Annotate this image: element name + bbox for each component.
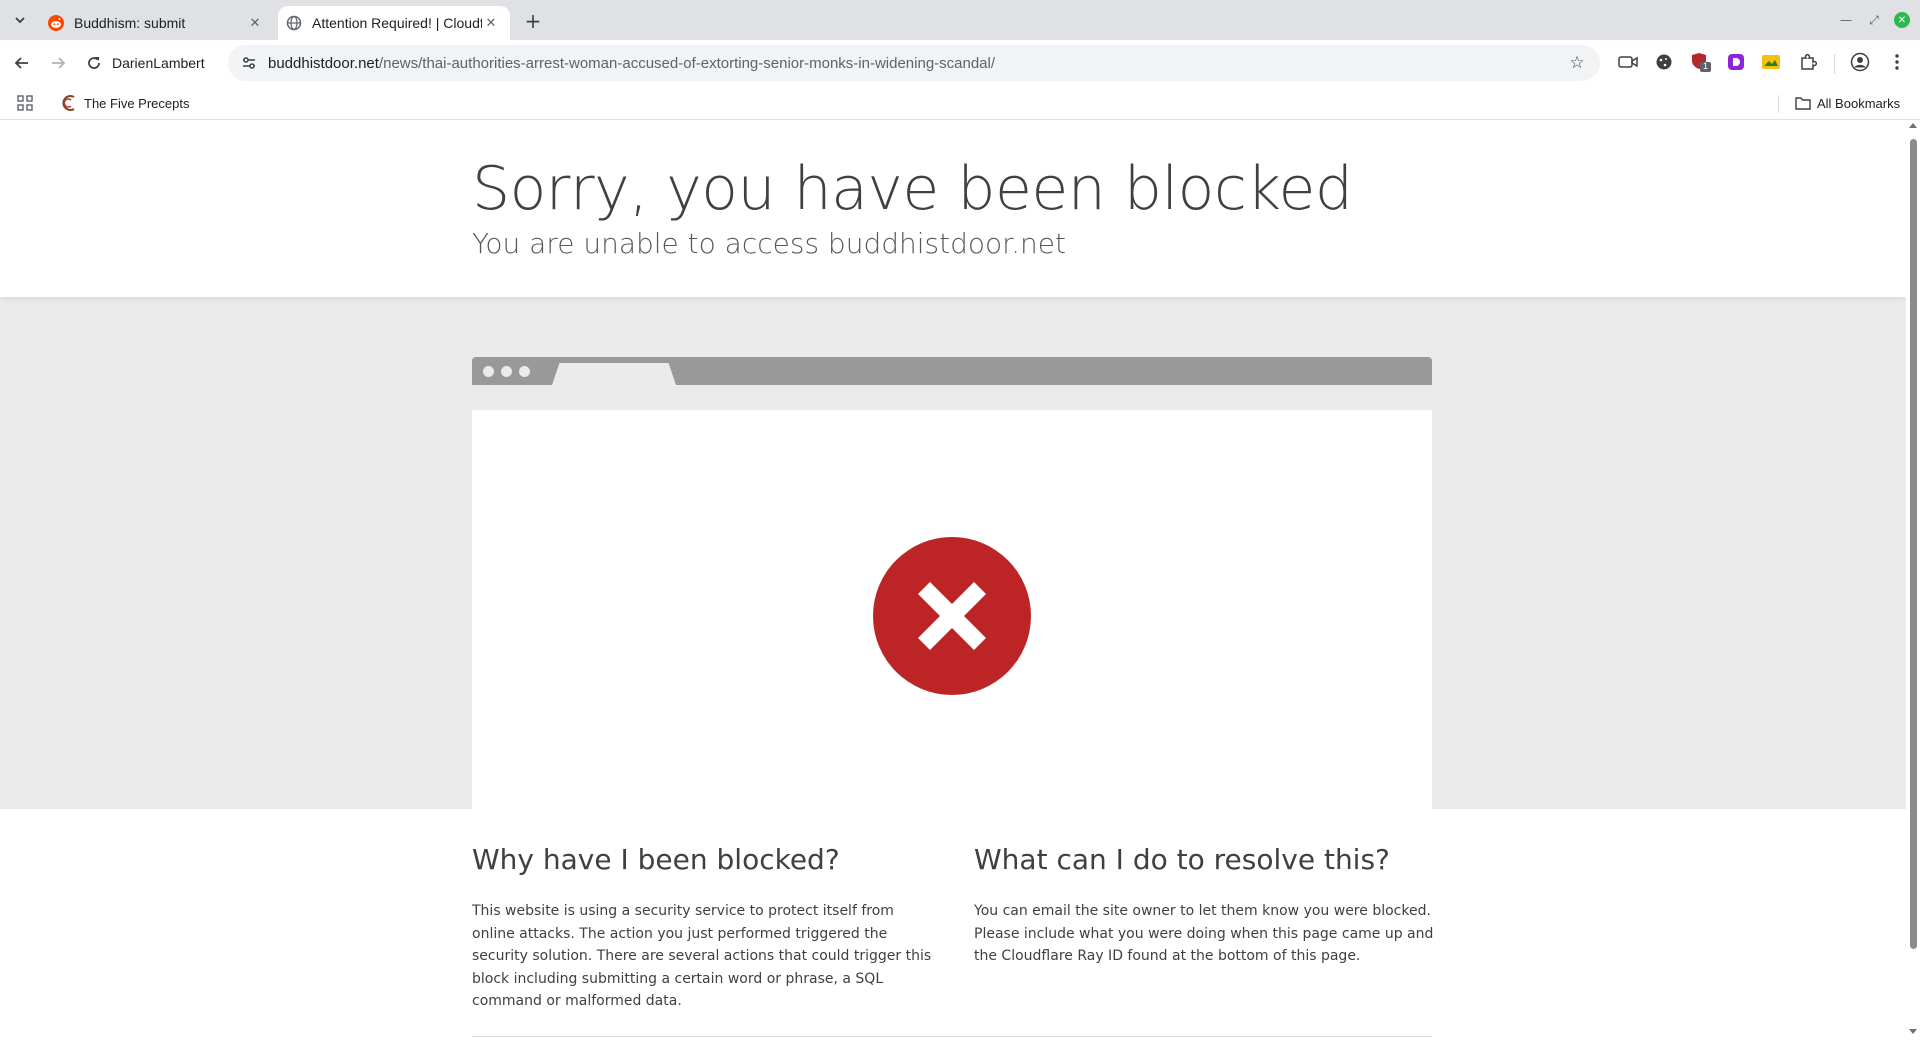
profile-name[interactable]: DarienLambert — [112, 50, 205, 76]
apps-grid-icon[interactable] — [16, 94, 34, 112]
page-title: Sorry, you have been blocked — [472, 154, 1353, 224]
tab-search-button[interactable] — [8, 8, 32, 32]
all-bookmarks-label: All Bookmarks — [1817, 95, 1901, 111]
tab-title: Attention Required! | Cloudflare — [312, 15, 482, 31]
back-button[interactable] — [8, 49, 36, 77]
browser-toolbar: DarienLambert buddhistdoor.net/news/thai… — [0, 40, 1920, 86]
reload-button[interactable] — [80, 49, 108, 77]
block-header: Sorry, you have been blocked You are una… — [0, 121, 1906, 297]
tab-close-icon[interactable]: ✕ — [246, 14, 264, 32]
shield-extension-icon[interactable]: 1 — [1690, 51, 1712, 73]
tab-title: Buddhism: submit — [74, 15, 186, 31]
scroll-down-arrow-icon[interactable] — [1909, 1029, 1917, 1034]
tune-icon — [243, 57, 255, 69]
tab-strip: Buddhism: submit ✕ Attention Required! |… — [0, 0, 1920, 40]
why-blocked-text: This website is using a security service… — [472, 903, 932, 1009]
explanation-section — [0, 809, 1906, 1040]
close-window-icon[interactable]: ✕ — [1894, 12, 1910, 28]
toolbar-divider — [1834, 54, 1835, 74]
url-host: buddhistdoor.net — [268, 54, 379, 72]
url-path: /news/thai-authorities-arrest-woman-accu… — [378, 54, 996, 72]
illustration-dot — [483, 366, 494, 377]
page-viewport: Sorry, you have been blocked You are una… — [0, 121, 1906, 1040]
bookmarks-bar: The Five Precepts All Bookmarks — [0, 86, 1920, 120]
section-divider — [472, 1036, 1432, 1037]
url-text[interactable]: buddhistdoor.net/news/thai-authorities-a… — [268, 55, 1564, 72]
page-scrollbar[interactable] — [1906, 121, 1920, 1040]
chevron-down-icon — [15, 17, 25, 24]
address-bar[interactable]: buddhistdoor.net/news/thai-authorities-a… — [228, 45, 1600, 81]
resolve-section: What can I do to resolve this? You can e… — [974, 843, 1434, 968]
scrollbar-thumb[interactable] — [1910, 139, 1917, 949]
illustration-dot — [519, 366, 530, 377]
resolve-heading: What can I do to resolve this? — [974, 843, 1390, 876]
site-info-button[interactable] — [236, 50, 262, 76]
purple-d-extension-icon[interactable] — [1725, 51, 1747, 73]
all-bookmarks-button[interactable]: All Bookmarks — [1795, 92, 1900, 114]
reddit-icon — [48, 15, 64, 31]
why-blocked-section: Why have I been blocked? This website is… — [472, 843, 932, 1013]
new-tab-button[interactable]: + — [520, 8, 546, 34]
tab-attention-required[interactable]: Attention Required! | Cloudflare ✕ — [278, 6, 510, 40]
blocked-x-icon — [873, 537, 1031, 695]
illustration-dot — [501, 366, 512, 377]
why-blocked-heading: Why have I been blocked? — [472, 843, 840, 876]
resolve-text: You can email the site owner to let them… — [974, 903, 1434, 964]
tab-buddhism-submit[interactable]: Buddhism: submit ✕ — [40, 6, 274, 40]
arrow-left-icon — [14, 57, 28, 69]
five-precepts-icon — [62, 95, 75, 111]
kebab-menu-icon[interactable] — [1886, 51, 1908, 73]
bookmark-star-icon[interactable]: ☆ — [1564, 50, 1590, 76]
image-extension-icon[interactable] — [1760, 51, 1782, 73]
browser-illustration-tab — [552, 363, 676, 385]
tab-close-icon[interactable]: ✕ — [482, 14, 500, 32]
scroll-up-arrow-icon[interactable] — [1909, 123, 1917, 128]
arrow-right-icon — [52, 57, 66, 69]
bookmarks-divider — [1778, 95, 1779, 113]
forward-button[interactable] — [44, 49, 72, 77]
puzzle-piece-icon[interactable] — [1797, 51, 1819, 73]
globe-icon — [286, 15, 302, 31]
folder-icon — [1795, 97, 1811, 110]
restore-icon[interactable]: ⤢ — [1864, 10, 1884, 30]
profile-avatar-icon[interactable] — [1849, 51, 1871, 73]
bookmark-label: The Five Precepts — [84, 95, 190, 111]
extension-badge: 1 — [1703, 61, 1709, 71]
page-subtitle: You are unable to access buddhistdoor.ne… — [472, 227, 1066, 260]
camera-icon[interactable] — [1617, 51, 1639, 73]
minimize-icon[interactable]: — — [1836, 10, 1856, 30]
reload-icon — [88, 57, 100, 69]
cookie-icon[interactable] — [1653, 51, 1675, 73]
bookmark-the-five-precepts[interactable]: The Five Precepts — [62, 92, 190, 114]
